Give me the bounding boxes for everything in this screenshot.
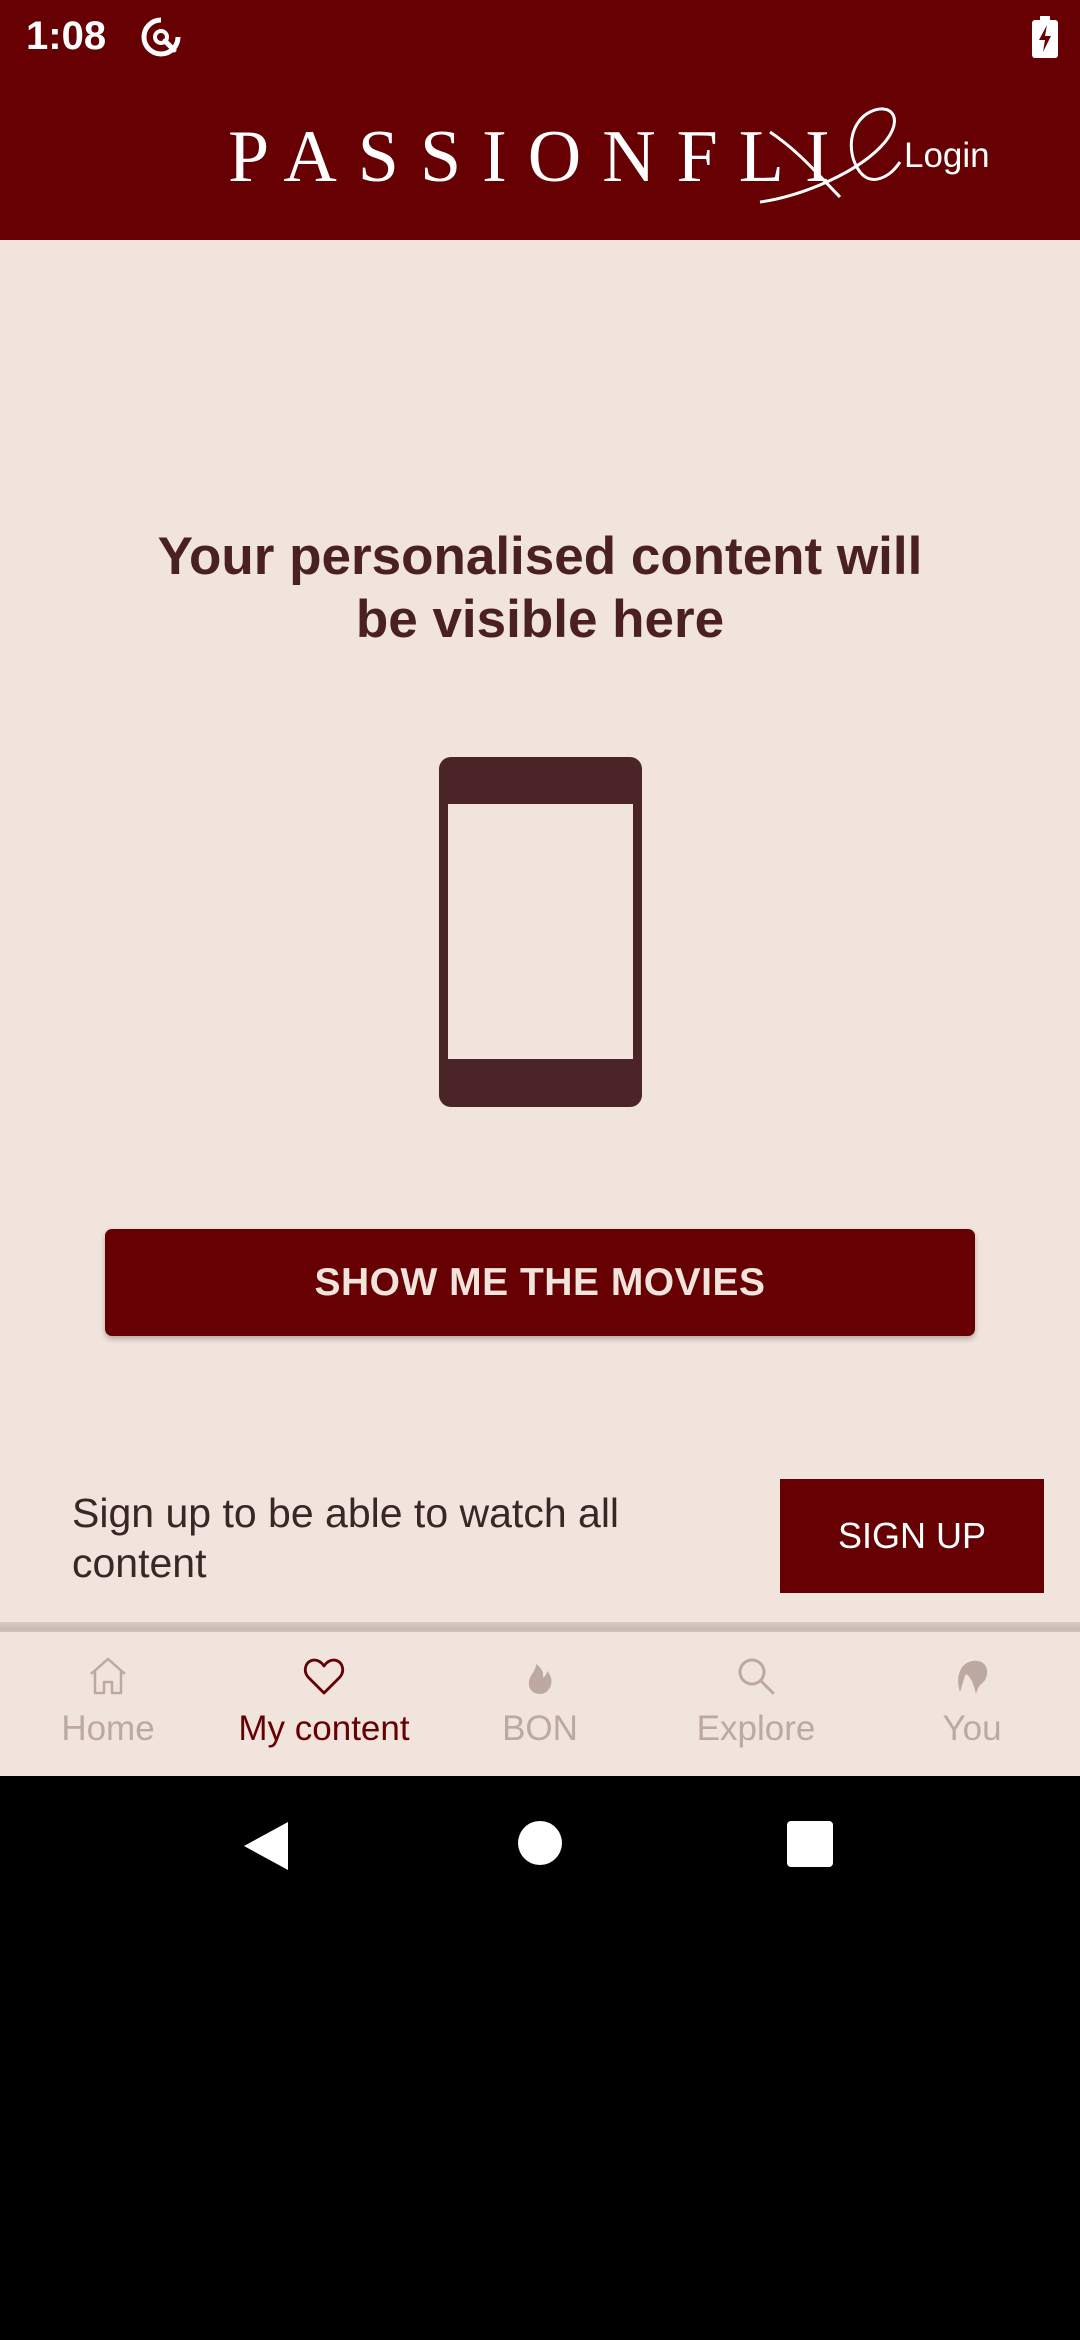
nav-label: My content bbox=[238, 1709, 410, 1748]
nav-label: Explore bbox=[696, 1709, 816, 1748]
home-icon bbox=[90, 1657, 126, 1695]
empty-state-headline: Your personalised content will be visibl… bbox=[157, 527, 923, 649]
my-content-screen: Your personalised content will be visibl… bbox=[0, 240, 1080, 1630]
phone-icon bbox=[439, 757, 642, 1107]
sync-icon bbox=[141, 16, 182, 57]
nav-item-bon[interactable]: BON bbox=[432, 1632, 648, 1778]
recent-apps-icon[interactable] bbox=[787, 1821, 833, 1867]
back-icon[interactable] bbox=[242, 1820, 290, 1872]
system-navigation-bar bbox=[0, 1776, 1080, 1916]
nav-label: Home bbox=[61, 1709, 155, 1748]
nav-item-explore[interactable]: Explore bbox=[648, 1632, 864, 1778]
login-link[interactable]: Login bbox=[904, 134, 990, 178]
home-button-icon[interactable] bbox=[518, 1821, 562, 1865]
signup-prompt: Sign up to be able to watch all content bbox=[72, 1490, 620, 1586]
nav-label: You bbox=[942, 1709, 1002, 1748]
heart-icon bbox=[303, 1658, 345, 1695]
search-icon bbox=[738, 1658, 775, 1695]
divider bbox=[0, 1622, 1080, 1630]
sign-up-button[interactable]: SIGN UP bbox=[780, 1479, 1044, 1593]
show-me-the-movies-button[interactable]: SHOW ME THE MOVIES bbox=[105, 1229, 975, 1336]
profile-icon bbox=[958, 1660, 988, 1694]
logo-x-swoosh bbox=[759, 107, 902, 204]
status-bar: 1:08 bbox=[0, 0, 1080, 72]
nav-item-home[interactable]: Home bbox=[0, 1632, 216, 1778]
status-time: 1:08 bbox=[26, 14, 107, 58]
app-header: PASSIONFLI Login bbox=[0, 72, 1080, 240]
nav-item-you[interactable]: You bbox=[864, 1632, 1080, 1778]
flame-icon bbox=[528, 1664, 552, 1694]
nav-label: BON bbox=[502, 1709, 578, 1748]
nav-item-my-content[interactable]: My content bbox=[216, 1632, 432, 1778]
battery-charging-icon bbox=[1032, 16, 1058, 58]
bottom-navigation: Home My content BON Explore You bbox=[0, 1630, 1080, 1776]
